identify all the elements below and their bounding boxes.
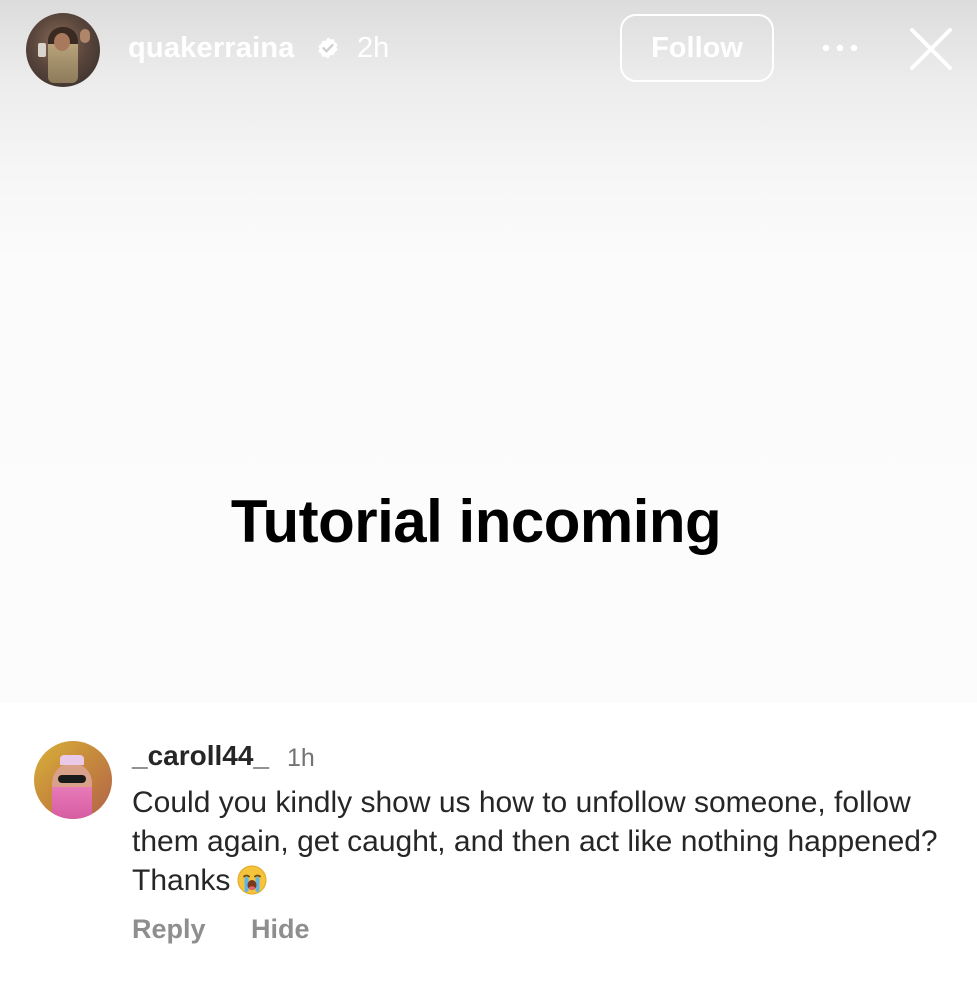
loudly-crying-face-icon xyxy=(237,865,267,895)
avatar-photo-crown xyxy=(60,755,84,765)
avatar-photo-figure xyxy=(52,763,92,819)
story-timestamp: 2h xyxy=(357,32,390,64)
avatar-photo-glasses xyxy=(58,775,86,783)
comment-username[interactable]: _caroll44_ xyxy=(132,739,269,773)
follow-button[interactable]: Follow xyxy=(620,14,774,82)
comment-timestamp: 1h xyxy=(287,744,315,772)
story-username[interactable]: quakerraina xyxy=(128,30,295,66)
comment-body: Could you kindly show us how to unfollow… xyxy=(132,783,952,900)
comment-item: _caroll44_ 1h Could you kindly show us h… xyxy=(0,703,977,1007)
more-options-icon[interactable] xyxy=(818,40,862,56)
story-caption: Tutorial incoming xyxy=(230,488,722,555)
avatar-photo-hand xyxy=(80,29,90,43)
verified-badge-icon xyxy=(318,37,338,59)
commenter-avatar[interactable] xyxy=(34,741,112,819)
reply-button[interactable]: Reply xyxy=(132,912,206,946)
avatar-photo-detail xyxy=(38,43,46,57)
hide-button[interactable]: Hide xyxy=(251,912,310,946)
story-view: quakerraina 2h Follow Tutorial incoming xyxy=(0,0,977,703)
close-icon[interactable] xyxy=(908,26,954,72)
avatar-photo-face xyxy=(54,33,70,51)
avatar[interactable] xyxy=(26,13,100,87)
